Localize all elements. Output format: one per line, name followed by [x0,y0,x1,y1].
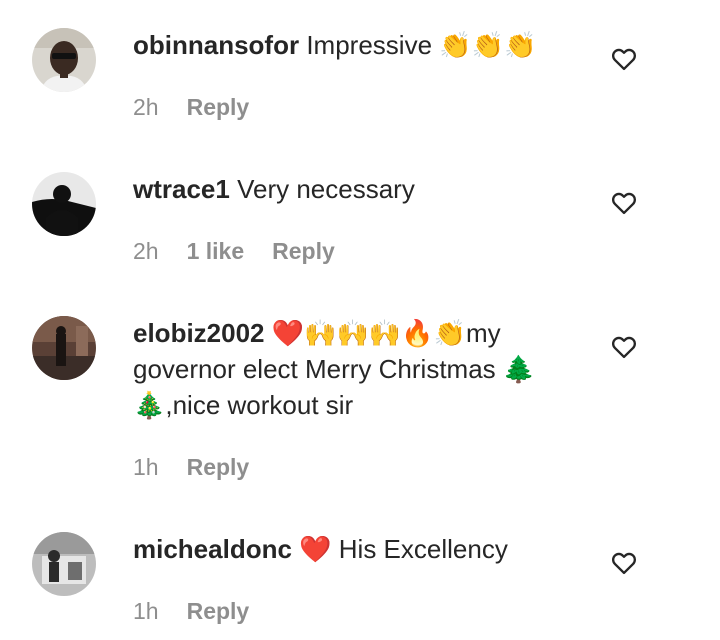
likes-count[interactable]: 1 like [187,238,245,264]
reply-button[interactable]: Reply [272,238,335,264]
comment-username[interactable]: elobiz2002 [133,318,265,348]
user-avatar-bw-icon [32,532,96,596]
heart-outline-icon[interactable] [610,189,638,217]
user-avatar-street-icon [32,316,96,380]
comment-text: Impressive 👏👏👏 [306,30,537,60]
comment-text: ❤️ His Excellency [299,534,508,564]
heart-outline-icon[interactable] [610,333,638,361]
comment-username[interactable]: michealdonc [133,534,292,564]
avatar[interactable] [32,316,96,380]
comment-time: 2h [133,238,159,264]
reply-button[interactable]: Reply [187,94,250,120]
comment-username[interactable]: wtrace1 [133,174,230,204]
comment-time: 1h [133,454,159,480]
heart-outline-icon[interactable] [610,45,638,73]
reply-button[interactable]: Reply [187,598,250,624]
comment-text: Very necessary [237,174,415,204]
user-avatar-sunglasses-icon [32,28,96,92]
comment-username[interactable]: obinnansofor [133,30,299,60]
user-avatar-silhouette-icon [32,172,96,236]
avatar[interactable] [32,532,96,596]
avatar[interactable] [32,28,96,92]
avatar[interactable] [32,172,96,236]
comment-time: 2h [133,94,159,120]
comment-time: 1h [133,598,159,624]
heart-outline-icon[interactable] [610,549,638,577]
reply-button[interactable]: Reply [187,454,250,480]
